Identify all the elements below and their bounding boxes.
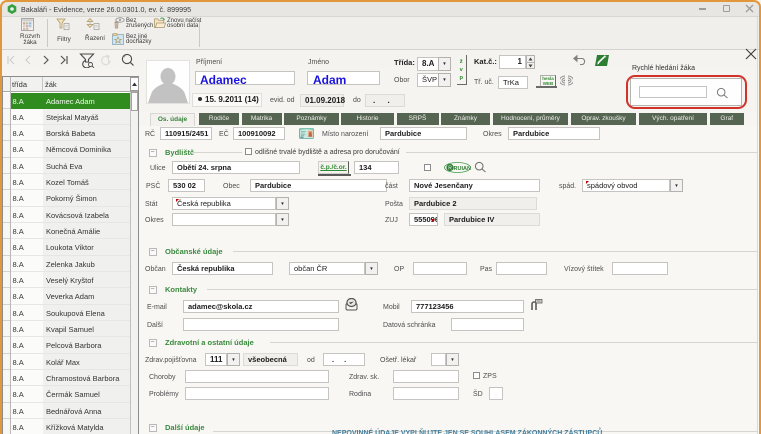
svg-text:RUIAN: RUIAN (454, 166, 471, 172)
svg-text:R: R (448, 165, 452, 171)
